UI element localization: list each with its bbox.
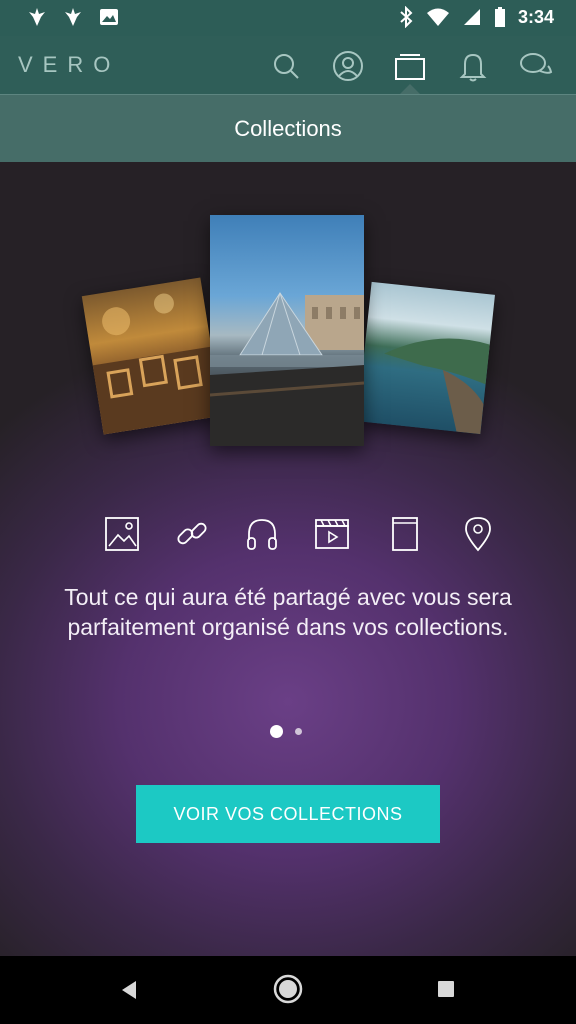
page-title: Collections (234, 116, 342, 141)
recents-icon[interactable] (437, 980, 455, 998)
view-collections-button[interactable]: VOIR VOS COLLECTIONS (136, 785, 440, 843)
profile-icon[interactable] (332, 50, 364, 82)
home-icon[interactable] (273, 974, 303, 1004)
link-icon (177, 522, 207, 545)
music-icon (247, 519, 277, 550)
logo-text: VERO (18, 52, 121, 77)
bluetooth-icon (400, 6, 413, 28)
notifications-icon[interactable] (457, 50, 489, 82)
vero-logo: VERO (18, 52, 120, 78)
photo-collage (0, 162, 576, 462)
page-dot[interactable] (295, 728, 302, 735)
system-nav-bar (0, 956, 576, 1024)
collections-icon[interactable] (394, 50, 426, 82)
image-notification-icon (100, 9, 118, 25)
status-time: 3:34 (517, 6, 554, 27)
chat-icon[interactable] (518, 50, 554, 82)
coast-photo (357, 281, 495, 435)
cafe-photo (81, 277, 223, 435)
active-tab-indicator (400, 84, 420, 94)
search-icon[interactable] (270, 50, 302, 82)
app-header: VERO (0, 36, 576, 94)
notification-app-icon (65, 8, 81, 26)
feature-icons-row (0, 516, 576, 556)
notification-app-icon (29, 8, 45, 26)
place-icon (465, 517, 491, 552)
movie-icon (315, 519, 349, 549)
louvre-photo (210, 215, 364, 446)
back-icon[interactable] (118, 978, 140, 1002)
wifi-icon (426, 8, 449, 26)
onboarding-panel: Tout ce qui aura été partagé avec vous s… (0, 162, 576, 956)
status-bar: 3:34 (0, 0, 576, 36)
book-icon (392, 517, 418, 551)
page-indicator (0, 725, 576, 739)
battery-icon (494, 7, 505, 27)
onboarding-description: Tout ce qui aura été partagé avec vous s… (64, 584, 512, 640)
photo-icon (105, 517, 139, 551)
page-title-bar: Collections (0, 94, 576, 163)
signal-icon (463, 9, 480, 25)
page-dot-active[interactable] (270, 725, 283, 738)
